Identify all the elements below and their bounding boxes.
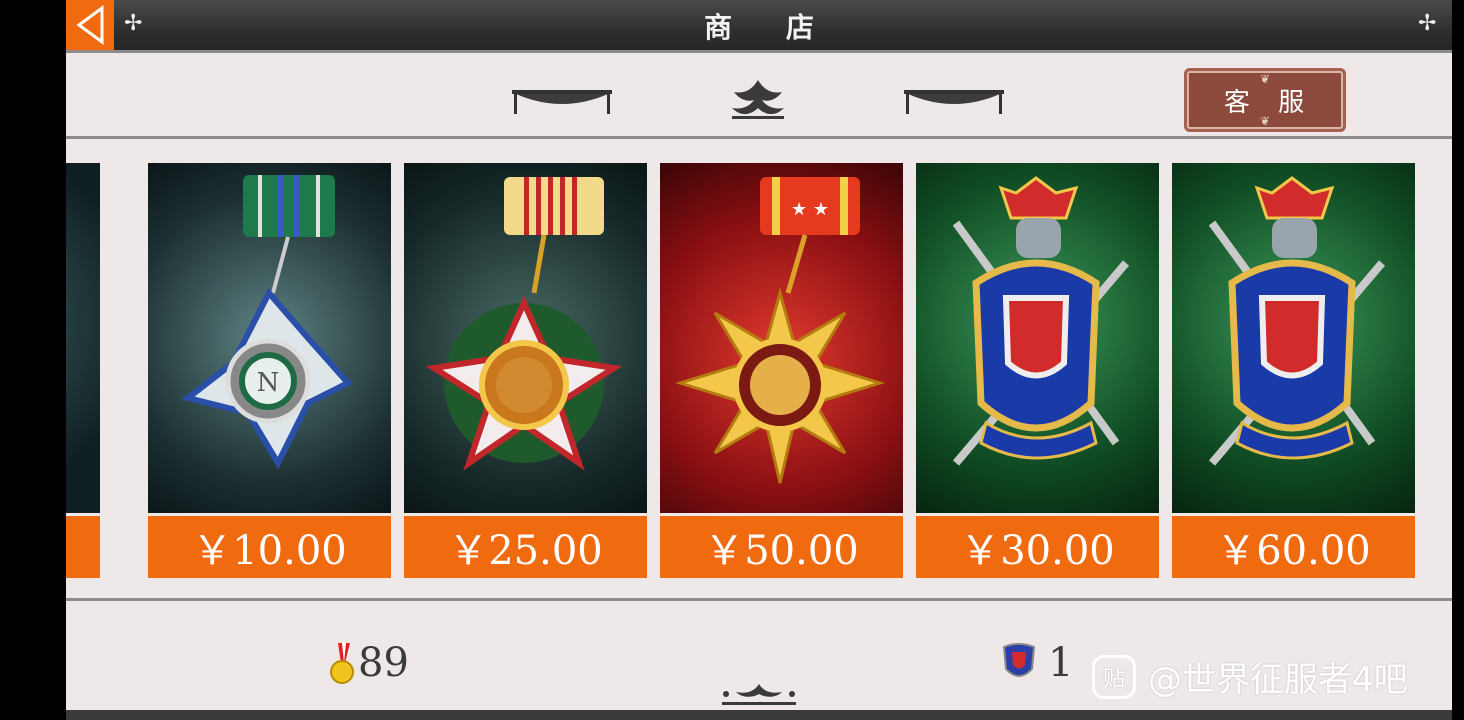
tieba-icon: 贴: [1092, 654, 1136, 699]
svg-text:N: N: [257, 368, 280, 398]
page-title: 商 店: [704, 11, 836, 44]
buy-button[interactable]: ￥50.00: [660, 516, 903, 578]
watermark-text: @世界征服者4吧: [1148, 660, 1408, 700]
buy-button[interactable]: ￥25.00: [404, 516, 647, 578]
subheader: ❦ 客 服 ❦: [66, 56, 1452, 139]
customer-service-button[interactable]: ❦ 客 服 ❦: [1184, 68, 1346, 132]
gold-medal-icon: [425, 177, 623, 471]
product-list[interactable]: 0 N: [66, 138, 1452, 600]
crest-art: [1172, 163, 1415, 513]
medal-balance: 89: [328, 640, 409, 686]
ornament-icon: ❦: [1259, 72, 1271, 86]
top-bar: ✢ 商 店 ✢: [66, 0, 1452, 53]
ornament-icon: ❦: [1259, 114, 1271, 128]
bottom-bar: [66, 710, 1452, 720]
knight-crest-icon: [952, 176, 1130, 466]
bottom-ornament-icon: [722, 684, 796, 705]
crest-balance: 1: [1000, 640, 1073, 686]
svg-text:★ ★: ★ ★: [791, 199, 829, 220]
shop-screen: ✢ 商 店 ✢ ❦ 客 服 ❦ 0: [66, 0, 1452, 720]
product-card[interactable]: N 800 ￥10.00: [148, 163, 391, 578]
silver-medal-icon: N: [181, 175, 353, 470]
product-art: [66, 163, 100, 513]
buy-button[interactable]: ￥30.00: [916, 516, 1159, 578]
customer-service-label: 客 服: [1223, 87, 1315, 118]
medal-balance-value: 89: [358, 640, 409, 686]
fleur-icon-right: ✢: [1418, 11, 1437, 36]
medal-art: [404, 163, 647, 513]
divider: [66, 598, 1452, 601]
product-card[interactable]: 16 ￥60.00: [1172, 163, 1415, 578]
product-card[interactable]: 0: [66, 163, 100, 578]
product-card[interactable]: 2500 ￥25.00: [404, 163, 647, 578]
crest-balance-value: 1: [1048, 640, 1074, 686]
curtain-ornament-icon-left: [512, 90, 612, 114]
buy-button[interactable]: [66, 516, 100, 578]
knight-crest-icon: [1208, 176, 1386, 466]
crest-currency-icon: [1002, 643, 1036, 677]
crest-art: [916, 163, 1159, 513]
crest-ornament-icon: [732, 80, 784, 119]
medal-currency-icon: [330, 643, 354, 684]
medal-art: ★ ★: [660, 163, 903, 513]
watermark: 贴 @世界征服者4吧: [1092, 652, 1408, 701]
curtain-ornament-icon-right: [904, 90, 1004, 114]
product-card[interactable]: 8 ￥30.00: [916, 163, 1159, 578]
buy-button[interactable]: ￥10.00: [148, 516, 391, 578]
sun-medal-icon: ★ ★: [674, 177, 886, 484]
buy-button[interactable]: ￥60.00: [1172, 516, 1415, 578]
medal-art: N: [148, 163, 391, 513]
product-card[interactable]: ★ ★ 5500 ￥50.00: [660, 163, 903, 578]
